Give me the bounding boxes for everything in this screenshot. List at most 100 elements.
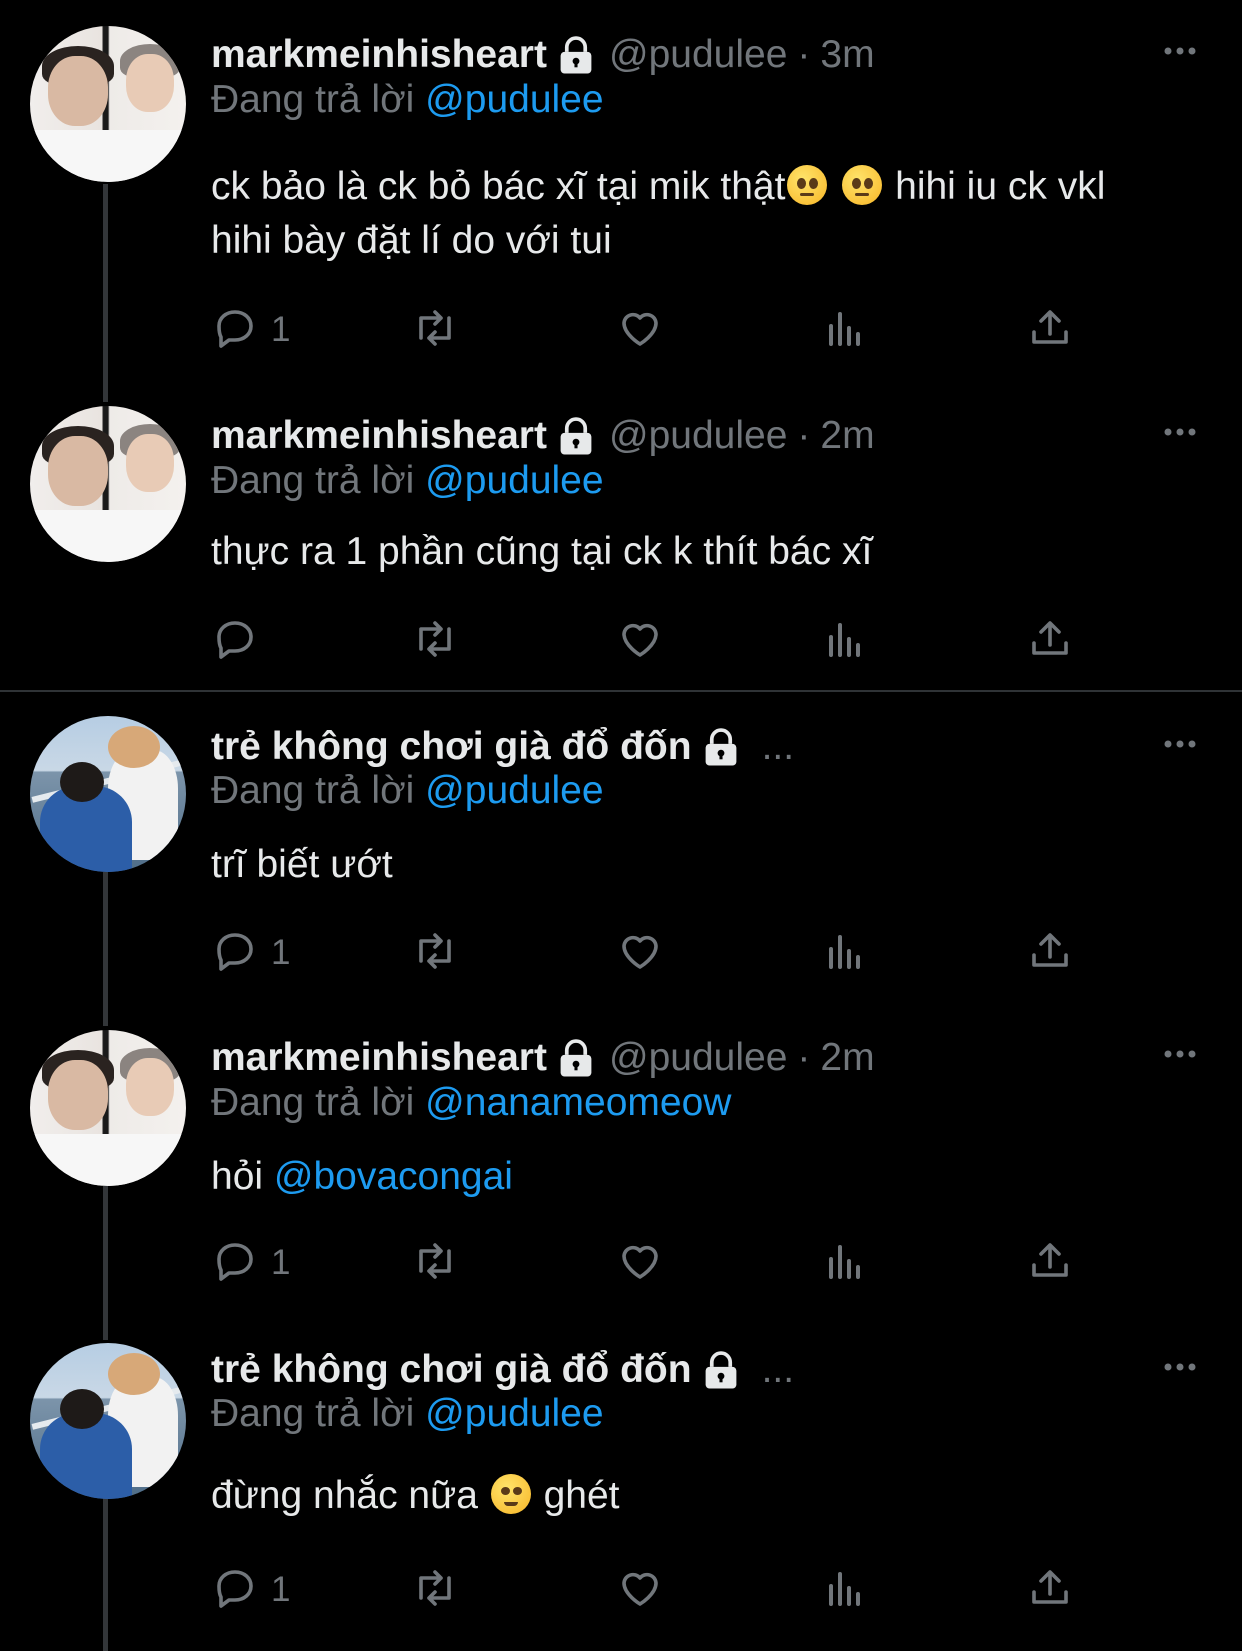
share-button[interactable]	[1026, 1238, 1074, 1288]
retweet-button[interactable]	[411, 1238, 459, 1288]
replying-to-label: Đang trả lời	[211, 1081, 415, 1124]
reply-mention[interactable]: @nanameomeow	[425, 1081, 731, 1124]
text-mention[interactable]: @bovacongai	[274, 1155, 513, 1198]
more-icon[interactable]	[1160, 1357, 1200, 1377]
like-button[interactable]	[616, 1565, 664, 1615]
views-button[interactable]	[821, 305, 869, 355]
display-name[interactable]: trẻ không chơi già đổ đốn	[211, 725, 692, 769]
tweet-header: trẻ không chơi già đổ đốn ...	[211, 1345, 794, 1395]
display-name[interactable]: markmeinhisheart	[211, 414, 547, 458]
tweet[interactable]: trẻ không chơi già đổ đốn ... Đang trả l…	[0, 692, 1242, 1030]
separator: ·	[797, 1036, 811, 1079]
replying-to-label: Đang trả lời	[211, 78, 415, 121]
more-icon[interactable]	[1160, 734, 1200, 754]
reply-icon	[211, 304, 259, 357]
share-button[interactable]	[1026, 928, 1074, 978]
username[interactable]: @pudulee	[609, 1036, 787, 1080]
share-button[interactable]	[1026, 305, 1074, 355]
reply-icon	[211, 927, 259, 980]
like-button[interactable]	[616, 1238, 664, 1288]
display-name[interactable]: trẻ không chơi già đổ đốn	[211, 1348, 692, 1392]
views-icon	[821, 304, 869, 357]
username[interactable]: @pudulee	[609, 33, 787, 77]
reply-count: 1	[271, 310, 291, 349]
tweet-text-part: đừng nhắc nữa	[211, 1474, 478, 1517]
replying-to-label: Đang trả lời	[211, 1392, 415, 1435]
tweet-text-part: trĩ biết ướt	[211, 843, 393, 886]
timestamp[interactable]: 3m	[820, 33, 874, 77]
retweet-icon	[411, 304, 459, 357]
tweet-text: đừng nhắc nữa ghét	[211, 1469, 1171, 1523]
separator: ·	[797, 414, 811, 457]
tweet[interactable]: markmeinhisheart @pudulee · 2m Đang trả …	[0, 380, 1242, 690]
tweet[interactable]: markmeinhisheart @pudulee · 3m Đang trả …	[0, 0, 1242, 380]
replying-to: Đang trả lời @pudulee	[211, 769, 604, 819]
retweet-button[interactable]	[411, 616, 459, 666]
reply-mention[interactable]: @pudulee	[425, 769, 603, 812]
action-bar: 1	[211, 1565, 1091, 1615]
avatar[interactable]	[30, 1030, 186, 1186]
pleading-face-emoji	[787, 165, 828, 205]
tweet-text: hỏi @bovacongai	[211, 1150, 1171, 1204]
reply-icon	[211, 1237, 259, 1290]
retweet-button[interactable]	[411, 305, 459, 355]
reply-mention[interactable]: @pudulee	[425, 78, 603, 121]
reply-button[interactable]	[211, 616, 259, 666]
retweet-button[interactable]	[411, 1565, 459, 1615]
more-icon[interactable]	[1160, 1044, 1200, 1064]
like-button[interactable]	[616, 928, 664, 978]
avatar[interactable]	[30, 26, 186, 182]
views-icon	[821, 1237, 869, 1290]
avatar[interactable]	[30, 406, 186, 562]
lock-icon	[557, 1038, 595, 1078]
timestamp[interactable]: 2m	[820, 414, 874, 458]
like-icon	[616, 1564, 664, 1617]
display-name[interactable]: markmeinhisheart	[211, 33, 547, 77]
views-button[interactable]	[821, 928, 869, 978]
avatar[interactable]	[30, 716, 186, 872]
like-button[interactable]	[616, 616, 664, 666]
retweet-icon	[411, 1237, 459, 1290]
retweet-button[interactable]	[411, 928, 459, 978]
like-icon	[616, 1237, 664, 1290]
tweet[interactable]: trẻ không chơi già đổ đốn ... Đang trả l…	[0, 1343, 1242, 1651]
reply-mention[interactable]: @pudulee	[425, 1392, 603, 1435]
views-icon	[821, 927, 869, 980]
views-icon	[821, 615, 869, 668]
tweet-header: trẻ không chơi già đổ đốn ...	[211, 722, 794, 772]
replying-to: Đang trả lời @pudulee	[211, 459, 604, 509]
reply-mention[interactable]: @pudulee	[425, 459, 603, 502]
display-name[interactable]: markmeinhisheart	[211, 1036, 547, 1080]
action-bar: 1	[211, 928, 1091, 978]
tweet-text-part: hỏi	[211, 1155, 264, 1198]
reply-button[interactable]: 1	[211, 1565, 290, 1615]
timestamp[interactable]: 2m	[820, 1036, 874, 1080]
more-icon[interactable]	[1160, 41, 1200, 61]
tweet-text-part: ghét	[543, 1474, 620, 1517]
reply-button[interactable]: 1	[211, 1238, 290, 1288]
username[interactable]: @pudulee	[609, 414, 787, 458]
views-button[interactable]	[821, 616, 869, 666]
retweet-icon	[411, 1564, 459, 1617]
tweet-header: markmeinhisheart @pudulee · 2m	[211, 411, 875, 461]
replying-to-label: Đang trả lời	[211, 459, 415, 502]
reply-count: 1	[271, 1570, 291, 1609]
more-icon[interactable]	[1160, 422, 1200, 442]
views-button[interactable]	[821, 1238, 869, 1288]
reply-button[interactable]: 1	[211, 305, 290, 355]
truncation-ellipsis: ...	[761, 725, 795, 768]
like-button[interactable]	[616, 305, 664, 355]
share-icon	[1026, 927, 1074, 980]
reply-button[interactable]: 1	[211, 928, 290, 978]
tweet-text-part: thực ra 1 phần cũng tại ck k thít bác xĩ	[211, 530, 873, 573]
share-button[interactable]	[1026, 1565, 1074, 1615]
tweet[interactable]: markmeinhisheart @pudulee · 2m Đang trả …	[0, 1030, 1242, 1343]
replying-to: Đang trả lời @pudulee	[211, 1392, 604, 1442]
tweet-text-part: ck bảo là ck bỏ bác xĩ tại mik thật	[211, 165, 786, 208]
like-icon	[616, 615, 664, 668]
views-button[interactable]	[821, 1565, 869, 1615]
retweet-icon	[411, 927, 459, 980]
share-button[interactable]	[1026, 616, 1074, 666]
separator: ·	[797, 33, 811, 76]
avatar[interactable]	[30, 1343, 186, 1499]
